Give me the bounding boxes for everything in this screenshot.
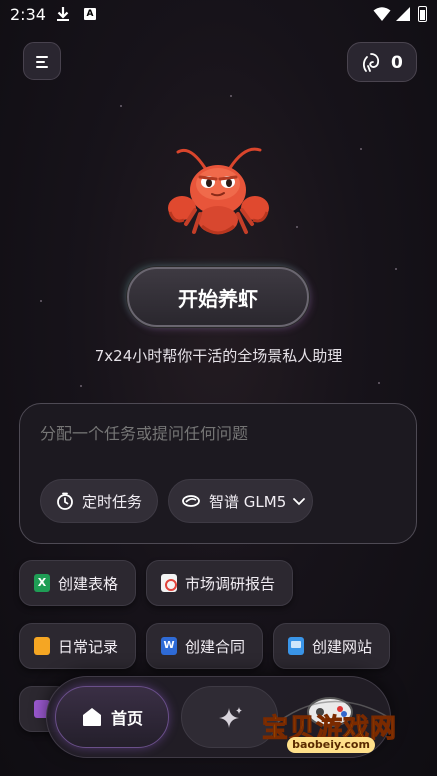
clock-icon (57, 492, 73, 510)
scheduled-task-button[interactable]: 定时任务 (40, 479, 158, 523)
lobster-mascot (168, 147, 269, 235)
credits-count: 0 (391, 53, 403, 73)
scheduled-task-label: 定时任务 (82, 492, 143, 511)
signal-icon (396, 7, 410, 21)
nav-home-tab[interactable]: 首页 (55, 686, 169, 748)
model-selector[interactable]: 智谱 GLM5 (168, 479, 313, 523)
download-icon (57, 7, 69, 21)
create-website-button[interactable]: 创建网站 (273, 623, 390, 669)
background-star (230, 95, 232, 97)
market-report-label: 市场调研报告 (185, 574, 276, 593)
excel-icon (34, 574, 50, 592)
task-input[interactable] (40, 426, 390, 444)
home-icon (82, 708, 101, 726)
create-contract-label: 创建合同 (185, 637, 246, 656)
background-star (395, 268, 397, 270)
sparkle-icon (219, 707, 242, 728)
pdf-icon (161, 574, 177, 592)
create-sheet-label: 创建表格 (58, 574, 119, 593)
battery-icon (418, 6, 427, 22)
create-contract-button[interactable]: 创建合同 (146, 623, 263, 669)
token-icon (362, 53, 380, 72)
bell-icon (34, 637, 50, 655)
start-button[interactable]: 开始养虾 (127, 267, 309, 327)
background-star (360, 148, 362, 150)
background-star (296, 226, 298, 228)
create-sheet-button[interactable]: 创建表格 (19, 560, 136, 606)
a-badge-icon: A (84, 8, 96, 20)
task-composer: 定时任务 智谱 GLM5 (19, 403, 417, 544)
daily-log-label: 日常记录 (58, 637, 119, 656)
daily-log-button[interactable]: 日常记录 (19, 623, 136, 669)
background-star (120, 105, 122, 107)
market-report-button[interactable]: 市场调研报告 (146, 560, 293, 606)
background-star (80, 385, 82, 387)
background-star (378, 382, 380, 384)
status-bar: 2:34 A (0, 0, 437, 30)
background-star (40, 300, 42, 302)
nav-home-label: 首页 (110, 709, 143, 728)
status-time: 2:34 (10, 5, 46, 24)
menu-button[interactable] (23, 42, 61, 80)
wifi-icon (373, 7, 391, 21)
chevron-down-icon (293, 498, 306, 506)
website-icon (288, 637, 304, 655)
model-label: 智谱 GLM5 (209, 492, 287, 511)
credits-button[interactable]: 0 (347, 42, 417, 82)
watermark-url: baobeiy.com (287, 737, 375, 753)
tagline: 7x24小时帮你干活的全场景私人助理 (94, 347, 343, 365)
create-website-label: 创建网站 (312, 637, 373, 656)
word-icon (161, 637, 177, 655)
model-logo-icon (182, 495, 200, 507)
menu-icon (36, 56, 48, 68)
